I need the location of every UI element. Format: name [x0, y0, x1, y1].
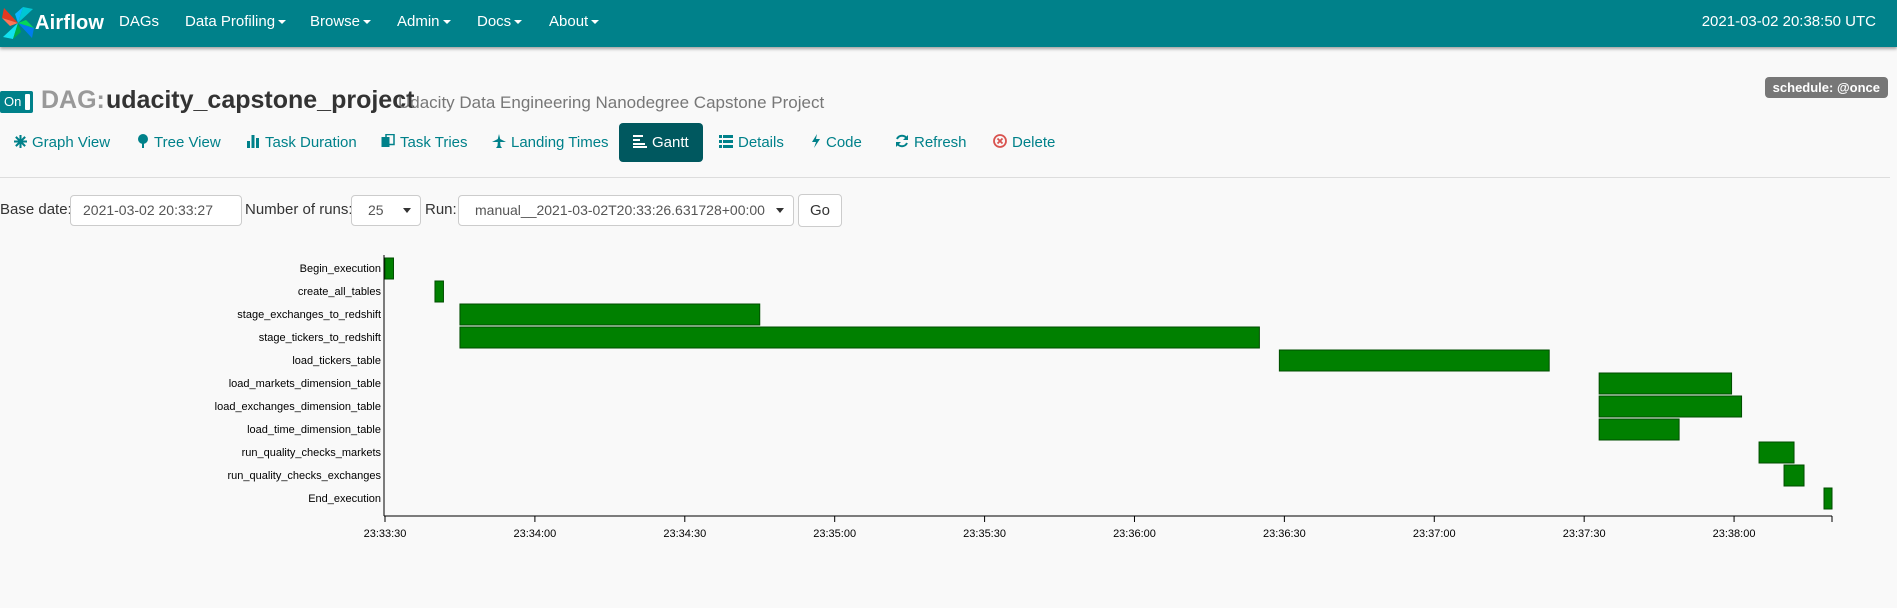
x-tick-label: 23:34:30 [663, 528, 706, 540]
x-tick-label: 23:37:30 [1563, 528, 1606, 540]
task-bar[interactable] [459, 303, 761, 326]
x-tick-label: 23:35:30 [963, 528, 1006, 540]
x-tick-label: 23:38:00 [1713, 528, 1756, 540]
task-bar[interactable] [1823, 487, 1833, 510]
task-label: load_time_dimension_table [247, 424, 381, 436]
task-bar[interactable] [1278, 349, 1550, 372]
task-label: load_tickers_table [292, 355, 381, 367]
gantt-chart: Begin_execution create_all_tables stage_ex… [215, 255, 1833, 540]
x-tick-label: 23:36:00 [1113, 528, 1156, 540]
task-label: create_all_tables [298, 286, 382, 298]
task-bar[interactable] [1758, 441, 1795, 464]
task-bar[interactable] [384, 257, 394, 280]
task-label: load_markets_dimension_table [229, 378, 381, 390]
task-bar[interactable] [1598, 395, 1743, 418]
x-tick-label: 23:35:00 [813, 528, 856, 540]
x-tick-label: 23:33:30 [364, 528, 407, 540]
task-bar[interactable] [459, 326, 1260, 349]
task-bar[interactable] [1598, 418, 1680, 441]
task-label: stage_tickers_to_redshift [259, 332, 381, 344]
x-tick-label: 23:36:30 [1263, 528, 1306, 540]
task-label: Begin_execution [300, 263, 381, 275]
task-bar[interactable] [1783, 464, 1805, 487]
task-bar[interactable] [434, 280, 444, 303]
task-label: End_execution [308, 493, 381, 505]
x-tick-label: 23:37:00 [1413, 528, 1456, 540]
task-label: run_quality_checks_exchanges [228, 470, 382, 482]
task-label: load_exchanges_dimension_table [215, 401, 381, 413]
task-label: stage_exchanges_to_redshift [237, 309, 381, 321]
task-label: run_quality_checks_markets [242, 447, 382, 459]
x-tick-label: 23:34:00 [513, 528, 556, 540]
task-bar[interactable] [1598, 372, 1733, 395]
